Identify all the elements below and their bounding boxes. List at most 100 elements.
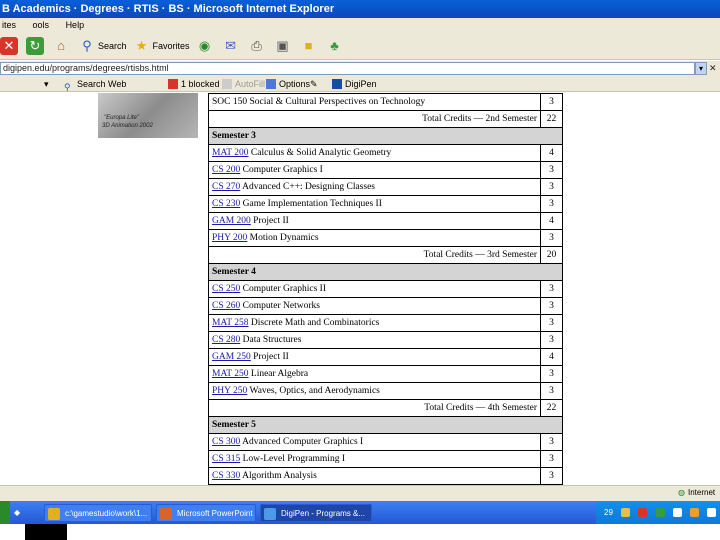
course-code-link[interactable]: CS 330: [212, 471, 240, 481]
links-toolbar: ▾ ⚲ Search Web 1 blocked AutoFill Options…: [0, 76, 720, 92]
course-code-link[interactable]: CS 260: [212, 301, 240, 311]
course-credits: 3: [540, 331, 563, 349]
course-name: Calculus & Solid Analytic Geometry: [250, 148, 392, 158]
menu-tools[interactable]: ools: [33, 20, 50, 30]
messenger-button[interactable]: ♣: [326, 37, 346, 55]
search-web-button[interactable]: ⚲ Search Web: [64, 76, 126, 92]
course-code-link[interactable]: CS 230: [212, 199, 240, 209]
tray-icon[interactable]: [655, 508, 665, 518]
total-credits: 20: [540, 246, 563, 264]
banner-line1: "Europa Lite": [104, 115, 139, 121]
dropdown-button[interactable]: ▾: [44, 76, 49, 92]
options-label: Options: [279, 79, 311, 89]
course-credits: 3: [540, 161, 563, 179]
course-code-link[interactable]: GAM 250: [212, 352, 251, 362]
course-code-link[interactable]: PHY 200: [212, 233, 247, 243]
course-name: Motion Dynamics: [249, 233, 319, 243]
media-button[interactable]: ◉: [196, 37, 216, 55]
folder-icon: [48, 508, 60, 520]
course-credits: 3: [540, 365, 563, 383]
course-code-link[interactable]: MAT 200: [212, 148, 249, 158]
tray-icon[interactable]: [621, 508, 631, 518]
menu-favorites[interactable]: ites: [2, 20, 16, 30]
options-button[interactable]: Options: [266, 76, 310, 92]
black-block: [25, 524, 67, 540]
course-code-link[interactable]: MAT 258: [212, 318, 249, 328]
print-button[interactable]: ⎙: [248, 37, 268, 55]
quick-launch-icon[interactable]: ◆: [14, 504, 22, 522]
total-row: Total Credits — 2nd Semester 22: [208, 110, 563, 128]
table-row: CS 315 Low-Level Programming I 3: [208, 450, 563, 468]
pencil-icon: ✎: [310, 79, 318, 89]
address-dropdown-button[interactable]: ▾: [695, 62, 707, 75]
course-credits: 3: [540, 195, 563, 213]
course-credits: 4: [540, 212, 563, 230]
status-bar: ◍ Internet: [0, 485, 720, 501]
course-credits: 3: [540, 178, 563, 196]
search-button[interactable]: ⚲ Search: [78, 37, 126, 55]
semester-heading: Semester 5: [208, 416, 563, 434]
favorites-button[interactable]: ★ Favorites: [133, 37, 190, 55]
stop-button[interactable]: ✕: [0, 36, 20, 55]
stop-icon: ✕: [0, 36, 18, 55]
course-credits: 3: [540, 280, 563, 298]
home-icon: ⌂: [57, 37, 65, 53]
course-table: SOC 150 Social & Cultural Perspectives o…: [208, 93, 563, 485]
search-icon: ⚲: [82, 37, 92, 53]
course-name: Project II: [253, 352, 289, 362]
total-label: Total Credits — 4th Semester: [208, 399, 541, 417]
total-row: Total Credits — 4th Semester 22: [208, 399, 563, 417]
tray-icon[interactable]: [638, 508, 648, 518]
clock: 29: [604, 508, 613, 517]
total-label: Total Credits — 3rd Semester: [208, 246, 541, 264]
tray-icon[interactable]: [672, 508, 682, 518]
course-code-link[interactable]: CS 270: [212, 182, 240, 192]
course-name: Algorithm Analysis: [242, 471, 317, 481]
course-code-link[interactable]: CS 250: [212, 284, 240, 294]
media-icon: ◉: [198, 37, 211, 53]
digipen-button[interactable]: DigiPen: [332, 76, 377, 92]
course-name: Data Structures: [242, 335, 302, 345]
taskbar-item[interactable]: Microsoft PowerPoint ...: [156, 504, 256, 522]
course-code-link[interactable]: GAM 200: [212, 216, 251, 226]
course-name: Linear Algebra: [250, 369, 309, 379]
semester-heading: Semester 3: [208, 127, 563, 145]
autofill-button[interactable]: AutoFill: [222, 76, 265, 92]
tray-icon[interactable]: [690, 508, 700, 518]
close-icon[interactable]: ✕: [709, 62, 720, 75]
folder-button[interactable]: ■: [300, 37, 320, 55]
course-code-link[interactable]: CS 315: [212, 454, 240, 464]
banner-line2: 3D Animation 2002: [102, 123, 153, 129]
edit-button[interactable]: ▣: [274, 37, 294, 55]
total-credits: 22: [540, 399, 563, 417]
table-row: CS 270 Advanced C++: Designing Classes 3: [208, 178, 563, 196]
course-credits: 3: [540, 467, 563, 485]
banner-image: "Europa Lite" 3D Animation 2002: [98, 93, 198, 138]
course-code-link[interactable]: CS 300: [212, 437, 240, 447]
course-code-link[interactable]: CS 200: [212, 165, 240, 175]
window-title: B Academics · Degrees · RTIS · BS · Micr…: [2, 3, 335, 15]
total-row: Total Credits — 3rd Semester 20: [208, 246, 563, 264]
mail-button[interactable]: ✉: [222, 37, 242, 55]
course-credits: 3: [540, 382, 563, 400]
taskbar-item-active[interactable]: DigiPen - Programs &...: [260, 504, 372, 522]
address-bar: digipen.edu/programs/degrees/rtisbs.html…: [0, 61, 720, 76]
refresh-button[interactable]: ↻: [26, 36, 46, 55]
options-icon: [266, 79, 276, 89]
course-code-link[interactable]: CS 280: [212, 335, 240, 345]
course-name: Computer Graphics II: [242, 284, 326, 294]
course-credits: 3: [540, 93, 563, 111]
start-button[interactable]: [0, 501, 10, 524]
address-input[interactable]: digipen.edu/programs/degrees/rtisbs.html: [0, 62, 695, 75]
taskbar-item[interactable]: c:\gamestudio\work\1...: [44, 504, 152, 522]
semester-heading-row: Semester 3: [208, 127, 563, 145]
page-content: "Europa Lite" 3D Animation 2002 SOC 150 …: [0, 93, 720, 485]
popup-blocked-button[interactable]: 1 blocked: [168, 76, 220, 92]
home-button[interactable]: ⌂: [52, 37, 72, 55]
tray-icon[interactable]: [707, 508, 717, 518]
course-code-link[interactable]: MAT 250: [212, 369, 249, 379]
table-row: CS 200 Computer Graphics I 3: [208, 161, 563, 179]
course-code-link[interactable]: PHY 250: [212, 386, 247, 396]
pencil-button[interactable]: ✎: [310, 76, 318, 92]
menu-help[interactable]: Help: [66, 20, 85, 30]
